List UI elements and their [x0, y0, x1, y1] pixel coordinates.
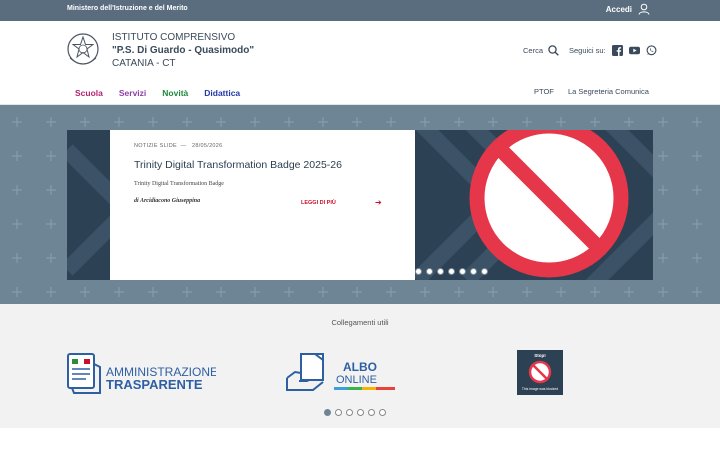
links-dot[interactable]: [379, 409, 386, 416]
blocked-image-link[interactable]: Stop! This image was blocked: [517, 350, 563, 400]
albo-line1: ALBO: [343, 360, 377, 374]
news-subtitle: Trinity Digital Transformation Badge: [134, 181, 224, 187]
login-label: Accedi: [605, 4, 632, 14]
slider-dot[interactable]: [426, 268, 433, 275]
slider-dot[interactable]: [459, 268, 466, 275]
amministrazione-line2: TRASPARENTE: [106, 377, 203, 392]
school-name[interactable]: ISTITUTO COMPRENSIVO "P.S. Di Guardo - Q…: [112, 31, 254, 70]
useful-links-section: Collegamenti utili AMMINISTRAZIONE TRASP…: [0, 304, 720, 428]
amministrazione-trasparente-logo: AMMINISTRAZIONE TRASPARENTE: [67, 353, 218, 394]
main-nav: Scuola Servizi Novità Didattica: [75, 88, 256, 98]
search-button[interactable]: Cerca: [523, 45, 559, 56]
arrow-right-icon[interactable]: ➔: [375, 198, 382, 207]
login-button[interactable]: Accedi: [606, 3, 650, 15]
news-category[interactable]: NOTIZIE SLIDE: [134, 143, 177, 149]
links-pagination: [324, 409, 386, 416]
school-line-3: CATANIA - CT: [112, 58, 176, 69]
news-meta: NOTIZIE SLIDE — 28/05/2026: [134, 143, 223, 149]
social-links: Seguici su:: [569, 45, 657, 56]
albo-online-link[interactable]: ALBO ONLINE: [285, 350, 397, 399]
blocked-image-badge: Stop! This image was blocked: [517, 350, 563, 395]
nav-item-servizi[interactable]: Servizi: [119, 88, 146, 98]
badge-top-text: Stop!: [534, 353, 546, 358]
search-icon: [548, 45, 559, 56]
news-date: 28/05/2026: [191, 143, 223, 149]
news-title[interactable]: Trinity Digital Transformation Badge 202…: [134, 159, 342, 171]
news-card: NOTIZIE SLIDE — 28/05/2026 Trinity Digit…: [110, 130, 415, 280]
nav-item-scuola[interactable]: Scuola: [75, 88, 103, 98]
read-more-link[interactable]: LEGGI DI PIÙ: [301, 200, 336, 206]
youtube-icon[interactable]: [628, 45, 640, 56]
facebook-icon[interactable]: [611, 45, 623, 56]
user-icon: [638, 3, 650, 15]
meta-separator: —: [178, 143, 191, 149]
links-dot[interactable]: [357, 409, 364, 416]
badge-bottom-text: This image was blocked: [522, 387, 558, 391]
nav-item-segreteria[interactable]: La Segreteria Comunica: [568, 87, 649, 96]
amministrazione-trasparente-link[interactable]: AMMINISTRAZIONE TRASPARENTE: [66, 352, 218, 401]
top-bar: Ministero dell'Istruzione e del Merito A…: [0, 0, 720, 21]
site-header: ISTITUTO COMPRENSIVO "P.S. Di Guardo - Q…: [0, 21, 720, 105]
whatsapp-icon[interactable]: [646, 45, 657, 56]
slider-dot[interactable]: [481, 268, 488, 275]
republic-emblem-icon[interactable]: [66, 32, 100, 68]
ministry-link[interactable]: Ministero dell'Istruzione e del Merito: [67, 5, 188, 12]
school-line-2: "P.S. Di Guardo - Quasimodo": [112, 45, 255, 56]
search-label: Cerca: [523, 46, 544, 55]
nav-item-didattica[interactable]: Didattica: [204, 88, 240, 98]
slider-dot[interactable]: [415, 268, 422, 275]
news-author: di Arcidiacono Giuseppina: [134, 198, 201, 204]
slider-dot[interactable]: [437, 268, 444, 275]
links-dot[interactable]: [368, 409, 375, 416]
albo-online-logo: ALBO ONLINE: [286, 353, 395, 391]
links-dot[interactable]: [346, 409, 353, 416]
albo-line2: ONLINE: [336, 374, 377, 386]
nav-item-novita[interactable]: Novità: [162, 88, 188, 98]
social-label: Seguici su:: [569, 46, 606, 55]
links-dot[interactable]: [324, 409, 331, 416]
slider-dot[interactable]: [470, 268, 477, 275]
school-line-1: ISTITUTO COMPRENSIVO: [112, 32, 236, 43]
nav-item-ptof[interactable]: PTOF: [534, 87, 554, 96]
slider-dot[interactable]: [448, 268, 455, 275]
useful-links-heading: Collegamenti utili: [331, 318, 389, 327]
links-dot[interactable]: [335, 409, 342, 416]
